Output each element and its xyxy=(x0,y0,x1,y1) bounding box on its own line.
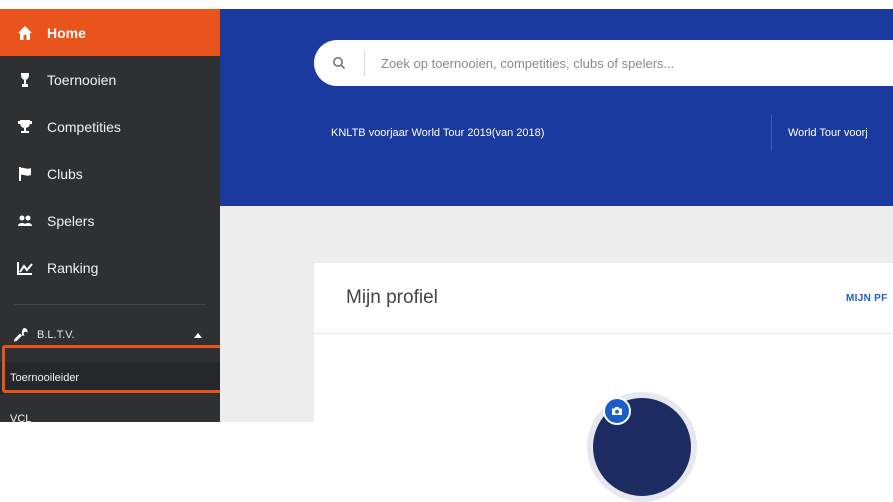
home-icon xyxy=(17,25,33,41)
search-input[interactable] xyxy=(379,54,803,72)
sidebar-item-label: Home xyxy=(47,24,86,41)
camera-icon[interactable] xyxy=(603,397,631,425)
search-separator xyxy=(364,50,365,76)
trophy-cup-icon xyxy=(17,72,33,88)
chevron-up-icon xyxy=(194,332,202,338)
sidebar-item-competities[interactable]: Competities xyxy=(0,103,220,150)
tournament-link-second[interactable]: World Tour voorj xyxy=(788,127,868,139)
sidebar-subitem-label: VCL xyxy=(10,413,32,422)
sidebar-item-clubs[interactable]: Clubs xyxy=(0,150,220,197)
sidebar-subitem-label: Toernooileider xyxy=(10,372,80,384)
tournament-link-first[interactable]: KNLTB voorjaar World Tour 2019(van 2018) xyxy=(331,127,544,139)
sidebar-item-label: Ranking xyxy=(47,259,99,276)
header-band: KNLTB voorjaar World Tour 2019(van 2018)… xyxy=(220,9,893,206)
sidebar-subitem-vcl[interactable]: VCL xyxy=(0,403,220,422)
sidebar-group-label: B.L.T.V. xyxy=(37,329,75,341)
main-content: Mijn profiel MIJN PF xyxy=(220,206,893,463)
sidebar-item-home[interactable]: Home xyxy=(0,9,220,56)
cup-icon xyxy=(17,119,33,135)
sidebar-item-label: Toernooien xyxy=(47,71,117,88)
sidebar-item-label: Clubs xyxy=(47,165,83,182)
sidebar-divider xyxy=(14,304,206,305)
profile-card-header: Mijn profiel MIJN PF xyxy=(314,263,893,334)
wrench-icon xyxy=(13,327,29,343)
chart-line-icon xyxy=(17,260,33,276)
search-bar[interactable] xyxy=(314,40,893,86)
sidebar: Home Toernooien Competities Clubs Speler… xyxy=(0,9,220,422)
my-profile-link[interactable]: MIJN PF xyxy=(846,293,888,304)
search-icon xyxy=(314,56,364,70)
tournament-links: KNLTB voorjaar World Tour 2019(van 2018)… xyxy=(220,113,893,153)
flag-icon xyxy=(17,166,33,182)
sidebar-subitem-toernooileider[interactable]: Toernooileider xyxy=(0,362,220,394)
sidebar-item-label: Competities xyxy=(47,118,121,135)
sidebar-item-label: Spelers xyxy=(47,212,95,229)
sidebar-item-ranking[interactable]: Ranking xyxy=(0,244,220,291)
sidebar-group-bltv[interactable]: B.L.T.V. xyxy=(0,318,220,352)
users-icon xyxy=(17,213,33,229)
sidebar-item-spelers[interactable]: Spelers xyxy=(0,197,220,244)
sidebar-item-toernooien[interactable]: Toernooien xyxy=(0,56,220,103)
profile-card-title: Mijn profiel xyxy=(346,287,438,308)
tournament-separator xyxy=(771,115,772,151)
